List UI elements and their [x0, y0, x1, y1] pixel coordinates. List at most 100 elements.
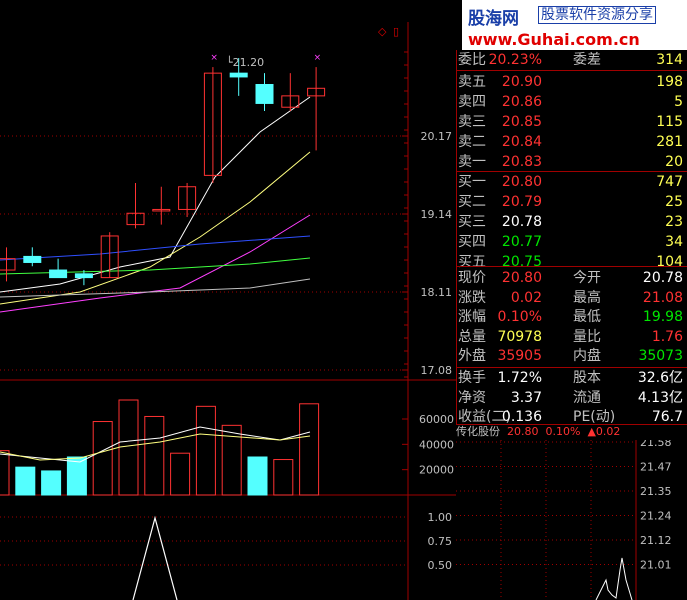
kline-chart-area[interactable]: × × 20.17 19.14 18.11 17.08 60000 40000 20000 1.…	[0, 22, 456, 600]
candle-body	[74, 273, 93, 279]
indicator-axis-label: 1.00	[428, 511, 453, 524]
pane-toggle-icon[interactable]: ▯	[393, 25, 399, 38]
fundamental-label: 净资	[458, 389, 486, 406]
ask-level-label: 卖四	[458, 94, 486, 110]
ask-quantity: 281	[656, 134, 683, 150]
stat-label: 量比	[573, 328, 601, 345]
volume-bar	[170, 452, 191, 496]
order-ratio-value: 20.23%	[488, 52, 542, 68]
stat-value: 35073	[638, 348, 683, 365]
marker-icon: ×	[210, 53, 218, 63]
bid-price: 20.80	[501, 174, 542, 190]
bid-price: 20.79	[501, 194, 542, 210]
order-diff-value: 314	[656, 52, 683, 68]
diamond-icon[interactable]: ◇	[378, 25, 387, 38]
candle-body	[229, 72, 248, 78]
ask-price: 20.85	[501, 114, 542, 130]
fundamental-row: 换手 1.72% 股本 32.6亿	[456, 368, 685, 388]
stat-value: 70978	[497, 328, 542, 345]
moving-average-line	[0, 278, 311, 298]
bid-quantity: 747	[656, 174, 683, 190]
stat-label: 涨幅	[458, 309, 486, 326]
peak-price-annotation: └21.20	[226, 55, 264, 69]
fundamental-value: 4.13亿	[637, 389, 683, 406]
ask-level-label: 卖一	[458, 154, 486, 170]
logo-slogan: 股票软件资源分享	[538, 6, 656, 24]
fundamental-value: 1.72%	[497, 370, 542, 386]
intraday-stock-name: 传化股份	[456, 425, 500, 438]
fundamental-label: 流通	[573, 389, 601, 406]
volume-axis-label: 60000	[419, 413, 454, 426]
bid-row: 买三 20.78 23	[456, 212, 685, 232]
intraday-axis-label: 21.35	[640, 485, 672, 498]
bid-level-label: 买四	[458, 234, 486, 250]
intraday-axis-label: 21.01	[640, 559, 672, 572]
site-logo-banner: 股海网 股票软件资源分享 www.Guhai.com.cn	[462, 0, 687, 50]
stat-value: 21.08	[642, 289, 683, 306]
bid-row: 买一 20.80 747	[456, 172, 685, 192]
ask-row: 卖三 20.85 115	[456, 112, 685, 132]
quote-panel-border	[456, 50, 457, 424]
ask-quantity: 20	[665, 154, 683, 170]
stat-row: 涨幅 0.10% 最低 19.98	[456, 307, 685, 327]
ask-row: 卖五 20.90 198	[456, 72, 685, 92]
fundamental-value: 32.6亿	[637, 370, 683, 386]
ask-level-label: 卖二	[458, 134, 486, 150]
intraday-change: 0.02	[595, 425, 621, 438]
moving-average-line	[0, 235, 311, 261]
bid-quantity: 23	[665, 214, 683, 230]
stat-value: 19.98	[642, 309, 683, 326]
volume-bar	[144, 415, 165, 496]
stat-value: 1.76	[651, 328, 683, 345]
logo-brand: 股海网	[468, 9, 519, 29]
volume-bar	[92, 421, 113, 496]
stat-label: 总量	[458, 328, 486, 345]
stat-label: 外盘	[458, 348, 486, 365]
candle-body	[255, 84, 274, 104]
bid-level-label: 买一	[458, 174, 486, 190]
order-ratio-row: 委比 20.23% 委差 314	[456, 50, 685, 70]
volume-bar	[0, 450, 10, 496]
volume-bar	[195, 405, 216, 496]
volume-bar	[299, 403, 320, 496]
candle-body	[23, 255, 42, 263]
stat-value: 0.02	[510, 289, 542, 306]
stat-value: 35905	[497, 348, 542, 365]
indicator-axis-label: 0.50	[428, 559, 453, 572]
bid-row: 买二 20.79 25	[456, 192, 685, 212]
ask-row: 卖四 20.86 5	[456, 92, 685, 112]
marker-icon: ×	[314, 53, 322, 63]
candle-body	[49, 269, 68, 279]
ask-level-label: 卖三	[458, 114, 486, 130]
logo-url: www.Guhai.com.cn	[468, 30, 640, 49]
quote-separator	[456, 266, 687, 267]
moving-average-line	[0, 151, 311, 305]
quote-panel: 委比 20.23% 委差 314 卖五 20.90 198 卖四 20.86 5 卖三 20.85 11…	[456, 50, 687, 425]
stat-row: 涨跌 0.02 最高 21.08	[456, 288, 685, 308]
stat-value: 20.80	[501, 270, 542, 286]
bid-quantity: 25	[665, 194, 683, 210]
intraday-axis-label: 21.58	[640, 440, 672, 449]
price-axis-label: 17.08	[421, 364, 453, 377]
volume-bar	[15, 466, 36, 496]
stat-row: 外盘 35905 内盘 35073	[456, 346, 685, 366]
volume-bar	[247, 456, 268, 496]
volume-bar	[66, 456, 87, 496]
indicator-line	[132, 515, 178, 600]
bid-quantity: 34	[665, 234, 683, 250]
intraday-axis-label: 21.24	[640, 510, 672, 523]
intraday-change-pct: 0.10%	[545, 425, 581, 438]
price-axis-label: 19.14	[421, 208, 453, 221]
fundamental-label: 股本	[573, 370, 601, 386]
ask-level-label: 卖五	[458, 74, 486, 90]
intraday-chart[interactable]: 21.58 21.47 21.35 21.24 21.12 21.01	[456, 440, 687, 600]
stat-label: 内盘	[573, 348, 601, 365]
stat-label: 最高	[573, 289, 601, 306]
bid-price: 20.78	[501, 214, 542, 230]
intraday-price: 20.80	[507, 425, 539, 438]
ask-row: 卖一 20.83 20	[456, 152, 685, 172]
quote-separator	[456, 70, 687, 71]
ask-quantity: 115	[656, 114, 683, 130]
stat-label: 最低	[573, 309, 601, 326]
up-arrow-icon: ▲	[587, 425, 596, 438]
